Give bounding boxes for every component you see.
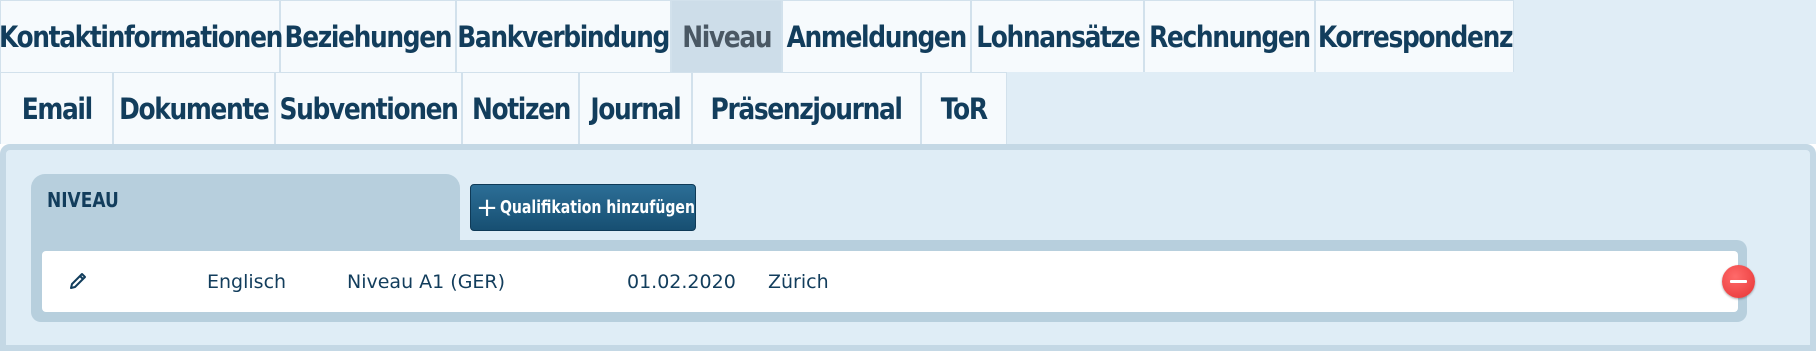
tab-subventionen[interactable]: Subventionen xyxy=(275,72,462,144)
tab-notizen[interactable]: Notizen xyxy=(462,72,579,144)
tab-niveau[interactable]: Niveau xyxy=(671,0,782,72)
add-qualification-button[interactable]: + Qualifikation hinzufügen xyxy=(470,184,696,231)
tab-lohnansaetze[interactable]: Lohnansätze xyxy=(971,0,1144,72)
minus-circle-icon[interactable] xyxy=(1722,265,1755,298)
tab-rechnungen[interactable]: Rechnungen xyxy=(1144,0,1315,72)
tab-korrespondenz[interactable]: Korrespondenz xyxy=(1315,0,1514,72)
add-qualification-label: Qualifikation hinzufügen xyxy=(499,197,695,218)
tab-journal[interactable]: Journal xyxy=(579,72,692,144)
pencil-icon[interactable] xyxy=(67,270,89,292)
qualification-level: Niveau A1 (GER) xyxy=(347,271,506,293)
section-title: NIVEAU xyxy=(47,188,119,212)
qualification-location: Zürich xyxy=(768,271,829,293)
tab-anmeldungen[interactable]: Anmeldungen xyxy=(782,0,971,72)
tab-tor[interactable]: ToR xyxy=(921,72,1007,144)
tab-row-1: Kontaktinformationen Beziehungen Bankver… xyxy=(0,0,1514,72)
tab-beziehungen[interactable]: Beziehungen xyxy=(280,0,456,72)
tab-kontaktinformationen[interactable]: Kontaktinformationen xyxy=(0,0,283,72)
qualification-language: Englisch xyxy=(207,271,287,293)
qualification-date: 01.02.2020 xyxy=(627,271,736,293)
section-header: NIVEAU xyxy=(31,174,460,242)
tab-praesenzjournal[interactable]: Präsenzjournal xyxy=(692,72,921,144)
tab-bar: Kontaktinformationen Beziehungen Bankver… xyxy=(0,0,1816,144)
tab-dokumente[interactable]: Dokumente xyxy=(113,72,275,144)
tab-bankverbindung[interactable]: Bankverbindung xyxy=(456,0,671,72)
tab-row-2: Email Dokumente Subventionen Notizen Jou… xyxy=(0,72,1007,144)
plus-icon: + xyxy=(476,192,498,223)
tab-email[interactable]: Email xyxy=(0,72,113,144)
qualification-row: Englisch Niveau A1 (GER) 01.02.2020 Züri… xyxy=(42,251,1738,312)
